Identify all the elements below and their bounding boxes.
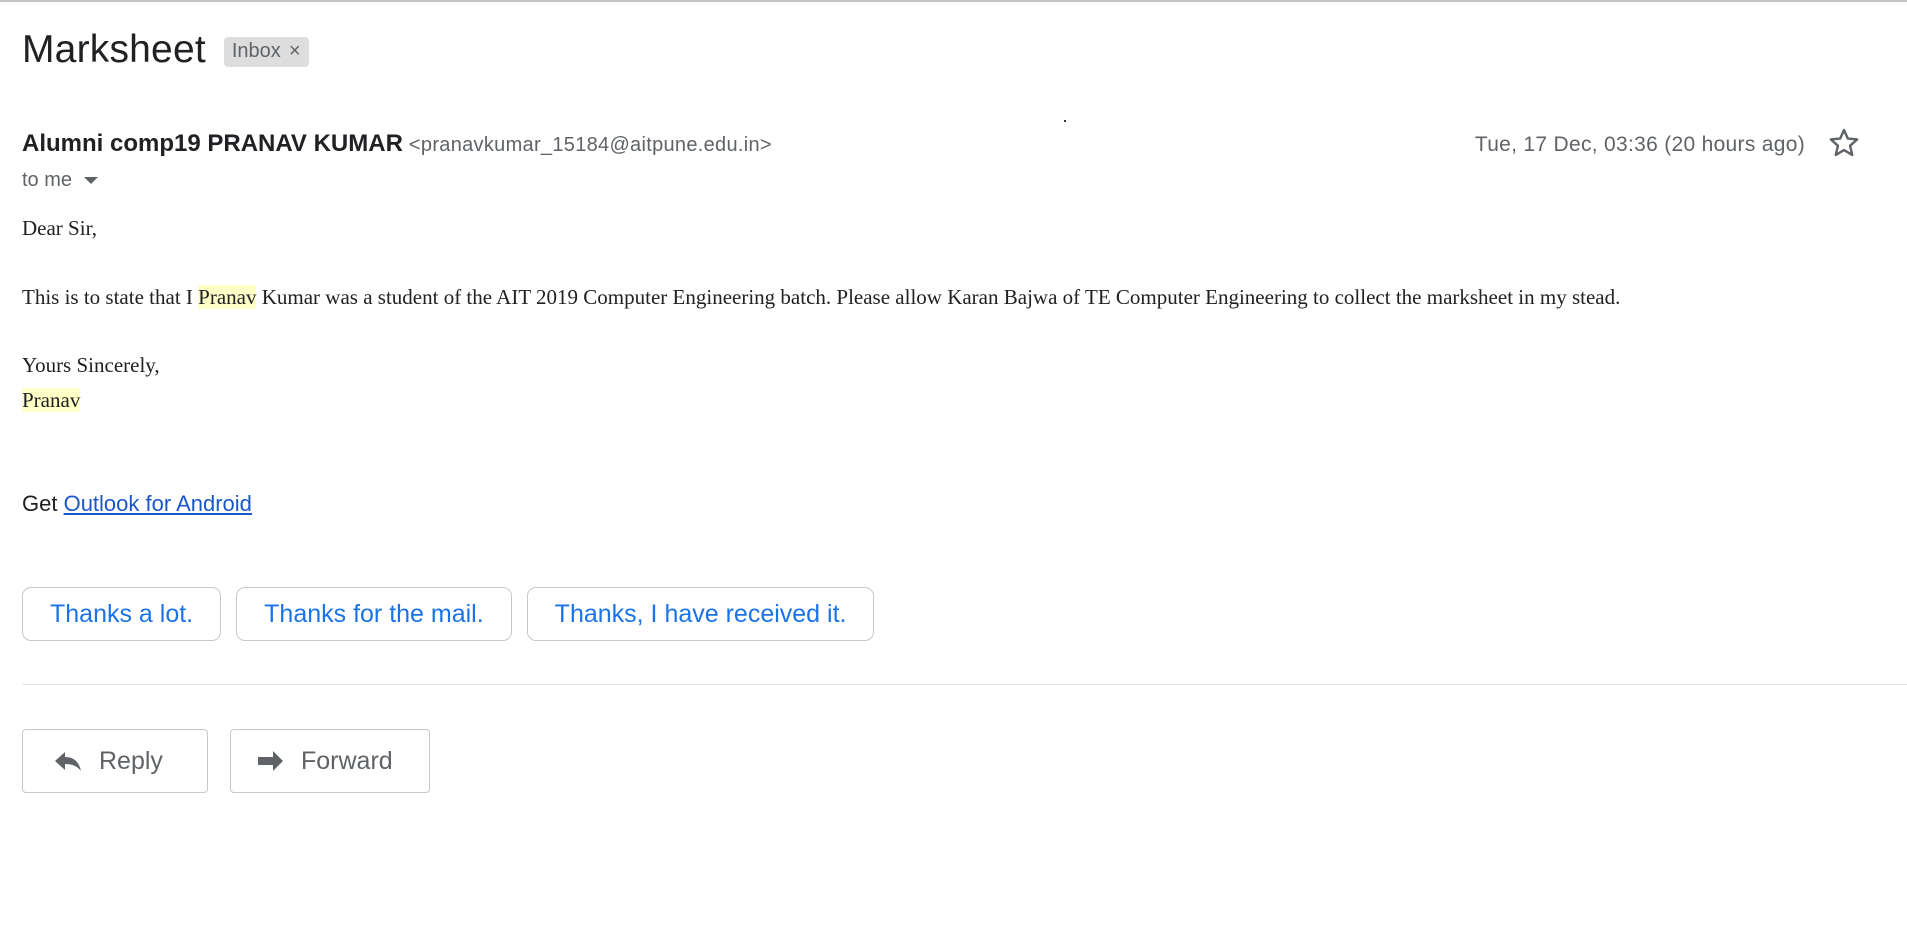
body-greeting: Dear Sir, (22, 216, 97, 240)
smart-reply-received[interactable]: Thanks, I have received it. (526, 587, 875, 641)
highlighted-name: Pranav (198, 285, 257, 309)
forward-icon (258, 751, 283, 771)
email-date: Tue, 17 Dec, 03:36 (20 hours ago) (1474, 133, 1805, 156)
reply-actions: Reply Forward (22, 729, 430, 793)
smart-reply-bar: Thanks a lot. Thanks for the mail. Thank… (22, 587, 875, 641)
body-main-post: Kumar was a student of the AIT 2019 Comp… (256, 285, 1621, 309)
outlook-android-link[interactable]: Outlook for Android (64, 491, 252, 516)
forward-button[interactable]: Forward (230, 729, 430, 793)
smart-reply-thanks-for-mail[interactable]: Thanks for the mail. (236, 587, 512, 641)
sender-row: Alumni comp19 PRANAV KUMAR <pranavkumar_… (22, 130, 772, 158)
reply-label: Reply (99, 746, 163, 775)
forward-label: Forward (301, 746, 393, 775)
promo-prefix: Get (22, 491, 64, 516)
subject-row: Marksheet Inbox × (22, 28, 309, 72)
recipient-details-toggle[interactable]: to me (22, 169, 99, 192)
smart-reply-thanks-a-lot[interactable]: Thanks a lot. (22, 587, 222, 641)
sender-email: <pranavkumar_15184@aitpune.edu.in> (408, 134, 772, 156)
outlook-promo: Get Outlook for Android (22, 491, 252, 517)
signature-name: Pranav (22, 388, 81, 412)
email-subject: Marksheet (22, 28, 206, 71)
body-signature: Pranav (22, 388, 81, 413)
stray-dot (1064, 120, 1066, 122)
star-icon[interactable] (1827, 126, 1861, 160)
sender-name[interactable]: Alumni comp19 PRANAV KUMAR (22, 130, 403, 158)
body-main-pre: This is to state that I (22, 285, 199, 309)
reply-button[interactable]: Reply (22, 729, 208, 793)
body-closing: Yours Sincerely, (22, 353, 160, 377)
chevron-down-icon (84, 177, 99, 184)
body-main-paragraph: This is to state that I Pranav Kumar was… (22, 285, 1620, 310)
label-text: Inbox (231, 40, 281, 62)
divider (22, 684, 1907, 685)
inbox-label-chip[interactable]: Inbox × (223, 37, 309, 67)
recipient-text: to me (22, 169, 73, 191)
reply-icon (55, 752, 81, 771)
remove-label-icon[interactable]: × (289, 40, 301, 63)
